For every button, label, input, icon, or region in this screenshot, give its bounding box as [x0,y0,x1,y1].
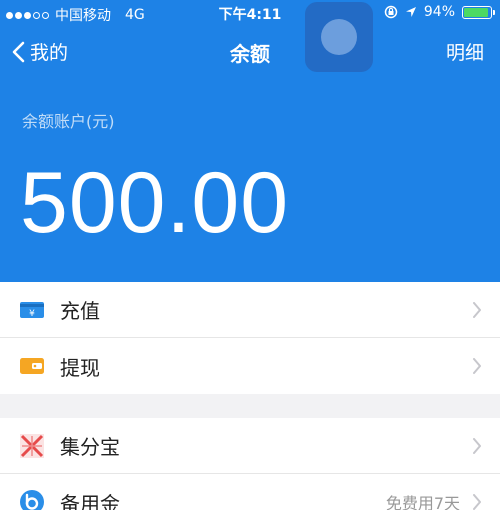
chevron-right-icon [473,438,481,454]
list-item-recharge[interactable]: ¥ 充值 [0,282,500,338]
balance-header: 中国移动 4G 下午4:11 94% 我的 余额 明细 余额账户(元) 500.… [0,0,500,282]
balance-label: 余额账户(元) [22,112,115,131]
withdraw-label: 提现 [60,355,100,380]
chevron-right-icon [473,358,481,374]
battery-percent: 94% [423,4,455,20]
beiyongjin-icon [18,488,46,510]
wallet-card-icon: ¥ [18,296,46,324]
beiyongjin-label: 备用金 [60,491,120,510]
navigation-bar: 我的 余额 明细 [0,30,500,70]
page-title: 余额 [230,42,270,66]
action-list: ¥ 充值 提现 [0,282,500,394]
svg-text:¥: ¥ [29,309,35,319]
withdraw-wallet-icon [18,352,46,380]
chevron-right-icon [473,494,481,510]
location-arrow-icon [405,7,416,17]
chevron-right-icon [473,302,481,318]
assistive-touch-button[interactable] [305,2,373,72]
jifenbao-icon [18,432,46,460]
status-right: 94% [384,4,495,20]
rotation-lock-icon [384,5,398,19]
list-item-withdraw[interactable]: 提现 [0,338,500,394]
recharge-label: 充值 [60,299,100,323]
battery-icon [462,5,495,19]
status-bar: 中国移动 4G 下午4:11 94% [0,0,500,26]
jifenbao-label: 集分宝 [60,435,120,459]
details-button[interactable]: 明细 [446,38,484,65]
balance-amount: 500.00 [20,155,290,251]
service-list: 集分宝 备用金 免费用7天 [0,418,500,510]
free-trial-note: 免费用7天 [385,494,460,510]
list-item-jifenbao[interactable]: 集分宝 [0,418,500,474]
list-item-beiyongjin[interactable]: 备用金 免费用7天 [0,474,500,510]
